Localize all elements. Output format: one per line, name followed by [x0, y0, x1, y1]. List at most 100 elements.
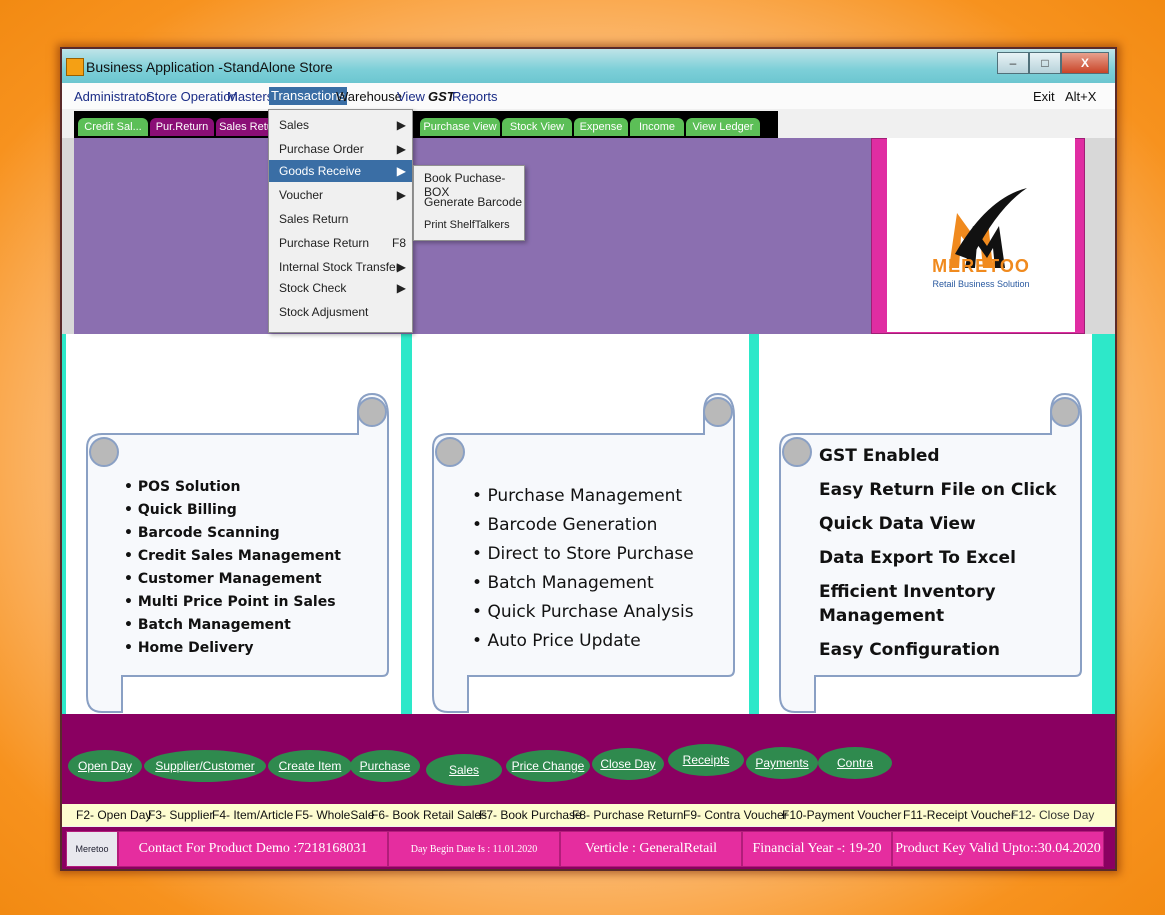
menu-item-purchase-return[interactable]: Purchase Return F8 [269, 232, 412, 254]
sales-button[interactable]: Sales [426, 754, 502, 786]
tab-strip: Credit Sal... Pur.Return Sales Retu Purc… [74, 111, 778, 138]
menu-masters[interactable]: Masters [227, 89, 273, 104]
purchase-button[interactable]: Purchase [350, 750, 420, 782]
status-verticle: Verticle : GeneralRetail [560, 831, 742, 867]
menu-view[interactable]: View [397, 89, 425, 104]
close-button[interactable]: X [1061, 52, 1109, 74]
menu-warehouse[interactable]: Warehouse [336, 89, 402, 104]
function-key-bar: F2- Open Day F3- Supplier F4- Item/Artic… [62, 804, 1115, 826]
list-item: • Batch Management [124, 617, 291, 633]
logo-card: MERETOO Retail Business Solution [887, 138, 1075, 332]
create-item-button[interactable]: Create Item [268, 750, 352, 782]
list-item: • Batch Management [472, 573, 654, 593]
fkey-f8: F8- Purchase Return [572, 808, 684, 822]
fkey-f11: F11-Receipt Voucher [903, 808, 1015, 822]
features-area: • POS Solution • Quick Billing • Barcode… [62, 334, 1115, 714]
quick-action-band: Open Day Supplier/Customer Create Item P… [62, 714, 1115, 804]
status-day-begin: Day Begin Date Is : 11.01.2020 [388, 831, 560, 867]
tab-stock-view[interactable]: Stock View [502, 118, 572, 136]
list-item: • Multi Price Point in Sales [124, 594, 336, 610]
list-item: • POS Solution [124, 479, 241, 495]
list-item: Quick Data View [819, 514, 976, 534]
status-bar: Meretoo Contact For Product Demo :721816… [62, 827, 1115, 869]
feature-list-3: GST Enabled Easy Return File on Click Qu… [819, 444, 1059, 672]
submenu-item-generate-barcode[interactable]: Generate Barcode [424, 195, 522, 209]
status-product-key: Product Key Valid Upto::30.04.2020 [892, 831, 1104, 867]
open-day-button[interactable]: Open Day [68, 750, 142, 782]
list-item: • Barcode Scanning [124, 525, 280, 541]
menu-administrator[interactable]: Administrator [74, 89, 151, 104]
menu-item-voucher[interactable]: Voucher ▶ [269, 184, 412, 206]
fkey-f12: F12- Close Day [1011, 808, 1095, 822]
menu-item-stock-adjusment[interactable]: Stock Adjusment [269, 301, 412, 323]
tab-sales-return[interactable]: Sales Retu [216, 118, 276, 136]
window-title: Business Application -StandAlone Store [86, 59, 333, 75]
status-brand: Meretoo [66, 831, 118, 867]
tab-pur-return[interactable]: Pur.Return [150, 118, 214, 136]
scroll-banner-1: • POS Solution • Quick Billing • Barcode… [82, 386, 402, 714]
price-change-button[interactable]: Price Change [506, 750, 590, 782]
menu-reports[interactable]: Reports [452, 89, 498, 104]
fkey-f6: F6- Book Retail Sales [371, 808, 488, 822]
fkey-f2: F2- Open Day [76, 808, 152, 822]
list-item: • Quick Billing [124, 502, 237, 518]
transactions-dropdown: Sales ▶ Purchase Order ▶ Goods Receive ▶ Vo… [268, 109, 413, 333]
list-item: Data Export To Excel [819, 548, 1016, 568]
list-item: • Customer Management [124, 571, 322, 587]
chevron-right-icon: ▶ [396, 142, 406, 156]
menu-item-internal-stock-transfer[interactable]: Internal Stock Transfer ▶ [269, 256, 412, 278]
tab-expense[interactable]: Expense [574, 118, 628, 136]
feature-panel-1: • POS Solution • Quick Billing • Barcode… [66, 334, 401, 714]
payments-button[interactable]: Payments [746, 747, 818, 779]
list-item: Efficient Inventory Management [819, 582, 996, 626]
logo-tagline: Retail Business Solution [932, 279, 1030, 289]
menu-item-sales[interactable]: Sales ▶ [269, 114, 412, 136]
fkey-f9: F9- Contra Voucher [683, 808, 788, 822]
app-window: Business Application -StandAlone Store –… [60, 47, 1117, 871]
shortcut-label: F8 [391, 236, 406, 250]
menu-gst[interactable]: GST [428, 89, 455, 104]
tab-credit-sales[interactable]: Credit Sal... [78, 118, 148, 136]
menu-item-purchase-order[interactable]: Purchase Order ▶ [269, 138, 412, 160]
fkey-f10: F10-Payment Voucher [782, 808, 902, 822]
top-banner: MERETOO Retail Business Solution [62, 138, 1115, 334]
menu-item-sales-return[interactable]: Sales Return [269, 208, 412, 230]
tab-view-ledger[interactable]: View Ledger [686, 118, 760, 136]
tab-purchase-view[interactable]: Purchase View [420, 118, 500, 136]
fkey-f4: F4- Item/Article [212, 808, 294, 822]
feature-list-1: • POS Solution • Quick Billing • Barcode… [124, 476, 341, 660]
close-day-button[interactable]: Close Day [592, 748, 664, 780]
chevron-right-icon: ▶ [396, 281, 406, 295]
chevron-right-icon: ▶ [396, 118, 406, 132]
menu-bar: Administrator Store Operation Masters Tr… [62, 83, 1115, 109]
menu-store-operation[interactable]: Store Operation [146, 89, 238, 104]
chevron-right-icon: ▶ [396, 188, 406, 202]
fkey-f5: F5- WholeSale [295, 808, 375, 822]
list-item: Easy Return File on Click [819, 480, 1057, 500]
contra-button[interactable]: Contra [818, 747, 892, 779]
feature-panel-2: • Purchase Management • Barcode Generati… [412, 334, 749, 714]
menu-item-stock-check[interactable]: Stock Check ▶ [269, 277, 412, 299]
submenu-item-print-shelftalkers[interactable]: Print ShelfTalkers [424, 219, 510, 231]
logo-brand: MERETOO [932, 256, 1030, 276]
menu-item-goods-receive[interactable]: Goods Receive ▶ [269, 160, 412, 182]
minimize-button[interactable]: – [997, 52, 1029, 74]
list-item: GST Enabled [819, 446, 940, 466]
supplier-customer-button[interactable]: Supplier/Customer [144, 750, 266, 782]
maximize-button[interactable]: □ [1029, 52, 1061, 74]
feature-panel-3: GST Enabled Easy Return File on Click Qu… [759, 334, 1092, 714]
fkey-f3: F3- Supplier [148, 808, 214, 822]
scroll-banner-3: GST Enabled Easy Return File on Click Qu… [775, 386, 1093, 714]
scroll-banner-2: • Purchase Management • Barcode Generati… [428, 386, 750, 714]
receipts-button[interactable]: Receipts [668, 744, 744, 776]
feature-list-2: • Purchase Management • Barcode Generati… [472, 482, 694, 656]
window-controls: – □ X [997, 52, 1109, 74]
title-bar: Business Application -StandAlone Store –… [62, 49, 1115, 83]
chevron-right-icon: ▶ [396, 260, 406, 274]
menu-exit[interactable]: Exit [1033, 89, 1055, 104]
tab-income[interactable]: Income [630, 118, 684, 136]
status-contact: Contact For Product Demo :7218168031 [118, 831, 388, 867]
list-item: • Quick Purchase Analysis [472, 602, 694, 622]
status-financial-year: Financial Year -: 19-20 [742, 831, 892, 867]
list-item: • Home Delivery [124, 640, 254, 656]
